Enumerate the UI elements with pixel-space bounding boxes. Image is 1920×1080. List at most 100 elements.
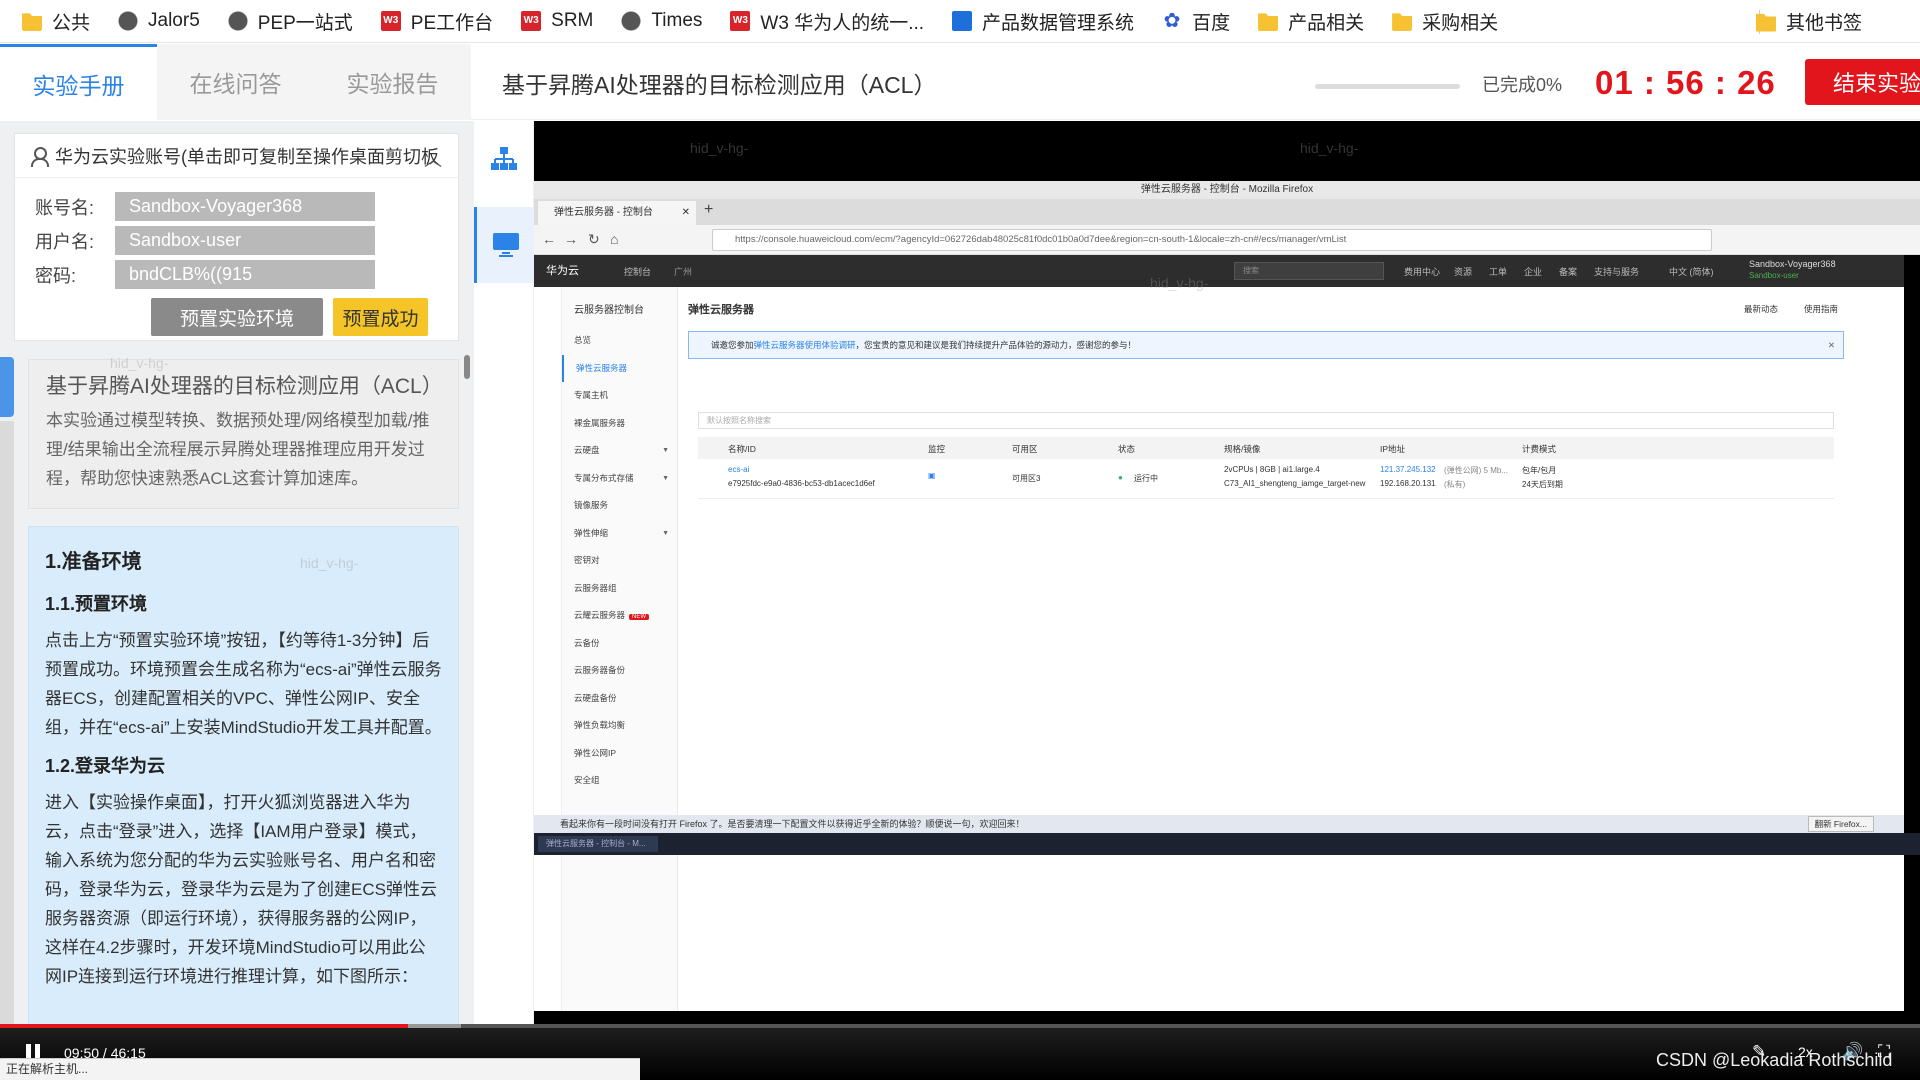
hw-menu-item[interactable]: 中文 (简体)	[1669, 265, 1714, 278]
hw-notice-link[interactable]: 弹性云服务器使用体验调研	[754, 340, 856, 350]
ecs-name-link[interactable]: ecs-ai	[728, 465, 749, 474]
hw-menu-item[interactable]: 费用中心	[1404, 265, 1440, 278]
ecs-private-ip-tag: (私有)	[1444, 480, 1466, 489]
hw-region[interactable]: 广州	[674, 265, 692, 278]
hw-nav-item[interactable]: 弹性伸缩 ▼	[562, 520, 677, 548]
ecs-zone: 可用区3	[1012, 474, 1041, 483]
new-tab-icon[interactable]: +	[704, 201, 713, 219]
tab-manual[interactable]: 实验手册	[0, 44, 157, 120]
back-icon[interactable]: ←	[542, 231, 556, 247]
hw-nav-item[interactable]: 弹性负载均衡	[562, 712, 677, 740]
hw-search-input[interactable]: 搜索	[1234, 262, 1384, 280]
hw-nav-item[interactable]: 镜像服务	[562, 492, 677, 520]
hw-user-sub: Sandbox-user	[1749, 271, 1799, 280]
folder-icon	[1392, 13, 1413, 31]
home-icon[interactable]: ⌂	[610, 231, 618, 247]
hw-guide-link[interactable]: 使用指南	[1804, 303, 1838, 315]
subsection-heading: 1.2.登录华为云	[45, 756, 166, 776]
hw-nav-item[interactable]: 安全组	[562, 767, 677, 795]
account-user-value[interactable]: Sandbox-user	[115, 226, 375, 255]
lab-header: 实验手册 在线问答 实验报告 基于昇腾AI处理器的目标检测应用（ACL） 已完成…	[0, 44, 1920, 120]
scrollbar-thumb[interactable]	[464, 355, 470, 379]
hw-nav-item[interactable]: 弹性公网IP	[562, 740, 677, 768]
hw-menu-item[interactable]: 工单	[1489, 265, 1507, 278]
bookmark-label: 产品数据管理系统	[982, 12, 1135, 34]
preset-environment-button[interactable]: 预置实验环境	[151, 298, 323, 336]
ecs-public-ip[interactable]: 121.37.245.132	[1380, 465, 1436, 474]
hw-nav-item[interactable]: 云耀云服务器 NEW	[562, 602, 677, 630]
url-bar[interactable]: https://console.huaweicloud.com/ecm/?age…	[712, 229, 1712, 251]
firefox-notification-text: 看起来你有一段时间没有打开 Firefox 了。是否要清理一下配置文件以获得近乎…	[560, 819, 1025, 829]
reload-icon[interactable]: ↻	[588, 231, 600, 248]
hw-filter-input[interactable]: 默认按照名称搜索	[698, 412, 1834, 429]
monitor-icon[interactable]: ▣	[928, 471, 936, 480]
close-icon[interactable]: ✕	[1828, 332, 1835, 358]
hw-console-link[interactable]: 控制台	[624, 265, 651, 278]
hw-logo[interactable]: 华为云	[546, 262, 579, 278]
desktop-button[interactable]	[474, 207, 534, 283]
bookmark-gonggong[interactable]: 公共	[22, 0, 90, 43]
hw-nav-item[interactable]: 云硬盘 ▼	[562, 437, 677, 465]
bookmark-pe-workbench[interactable]: W3 PE工作台	[380, 0, 494, 43]
hw-nav-item-active[interactable]: 弹性云服务器	[562, 354, 677, 382]
end-lab-button[interactable]: 结束实验	[1805, 59, 1920, 105]
bookmark-times[interactable]: Times	[621, 0, 702, 43]
globe-icon	[227, 11, 248, 31]
hw-menu-item[interactable]: 资源	[1454, 265, 1472, 278]
new-badge: NEW	[629, 614, 650, 620]
tab-report[interactable]: 实验报告	[314, 44, 471, 120]
hw-nav-item[interactable]: 云硬盘备份	[562, 685, 677, 713]
account-password-value[interactable]: bndCLB%((915	[115, 260, 375, 289]
topology-icon	[491, 147, 517, 170]
bookmark-label: 其他书签	[1785, 13, 1862, 34]
taskbar-item[interactable]: 弹性云服务器 - 控制台 - M...	[538, 836, 658, 852]
account-password-label: 密码:	[35, 265, 77, 286]
hw-nav-item[interactable]: 总览	[562, 327, 677, 355]
paragraph: 进入【实验操作桌面】，打开火狐浏览器进入华为云，点击“登录”进入，选择【IAM用…	[45, 793, 437, 986]
hw-user[interactable]: Sandbox-Voyager368	[1749, 259, 1836, 269]
bookmark-w3[interactable]: W3 W3 华为人的统一...	[730, 0, 924, 43]
monitor-icon	[492, 233, 519, 257]
hw-notice-banner: 诚邀您参加弹性云服务器使用体验调研，您宝贵的意见和建议是我们持续提升产品体验的源…	[688, 331, 1844, 359]
hw-nav-item[interactable]: 裸金属服务器	[562, 410, 677, 438]
hw-menu-item[interactable]: 企业	[1524, 265, 1542, 278]
account-header[interactable]: 华为云实验账号(单击即可复制至操作桌面剪切板 ︿	[15, 134, 458, 178]
account-header-text: 华为云实验账号(单击即可复制至操作桌面剪切板	[55, 146, 439, 167]
hw-nav-item[interactable]: 密钥对	[562, 547, 677, 575]
hw-latest-link[interactable]: 最新动态	[1744, 303, 1778, 315]
firefox-navbar: ← → ↻ ⌂ https://console.huaweicloud.com/…	[534, 225, 1920, 255]
close-icon[interactable]: ✕	[682, 201, 690, 225]
bookmark-pep[interactable]: PEP一站式	[227, 0, 353, 43]
bookmark-jalor5[interactable]: Jalor5	[118, 0, 200, 43]
firefox-tab[interactable]: 弹性云服务器 - 控制台 ✕	[538, 201, 696, 225]
table-row[interactable]: ecs-ai e7925fdc-e9a0-4836-bc53-db1acec1d…	[698, 459, 1834, 499]
column-header: IP地址	[1380, 444, 1406, 454]
globe-icon	[118, 11, 139, 31]
hw-nav-item[interactable]: 专属主机	[562, 382, 677, 410]
account-name-value[interactable]: Sandbox-Voyager368	[115, 192, 375, 221]
bookmark-baidu[interactable]: ✿ 百度	[1162, 0, 1230, 43]
remote-taskbar: 弹性云服务器 - 控制台 - M...	[534, 833, 1920, 855]
bookmark-purchase[interactable]: 采购相关	[1392, 0, 1498, 43]
hw-nav-item[interactable]: 专属分布式存储 ▼	[562, 465, 677, 493]
bookmark-label: PE工作台	[410, 12, 494, 34]
hw-menu-item[interactable]: 备案	[1559, 265, 1577, 278]
remote-desktop[interactable]: 弹性云服务器 - 控制台 - Mozilla Firefox 弹性云服务器 - …	[534, 121, 1920, 1041]
bookmark-product[interactable]: 产品相关	[1258, 0, 1364, 43]
hw-topbar: 华为云 控制台 广州 搜索 费用中心 资源 工单 企业 备案 支持与服务 中文 …	[534, 255, 1904, 287]
forward-icon[interactable]: →	[564, 231, 578, 247]
manual-content: 1.准备环境 1.1.预置环境 点击上方“预置实验环境”按钮，【约等待1-3分钟…	[28, 526, 459, 1041]
tab-qa[interactable]: 在线问答	[157, 44, 314, 120]
hw-nav-item[interactable]: 云备份	[562, 630, 677, 658]
hw-menu-item[interactable]: 支持与服务	[1594, 265, 1639, 278]
ecs-id: e7925fdc-e9a0-4836-bc53-db1acec1d6ef	[728, 479, 875, 488]
topology-button[interactable]	[474, 121, 534, 197]
bookmark-pdm[interactable]: 产品数据管理系统	[952, 0, 1134, 43]
chevron-up-icon[interactable]: ︿	[424, 146, 442, 172]
refresh-firefox-button[interactable]: 翻新 Firefox...	[1807, 816, 1874, 832]
bookmark-other[interactable]: 其他书签	[1755, 0, 1862, 43]
hw-nav-item[interactable]: 云服务器组	[562, 575, 677, 603]
bookmark-srm[interactable]: W3 SRM	[521, 0, 593, 43]
table-header: 名称/ID 监控 可用区 状态 规格/镜像 IP地址 计费模式	[698, 437, 1834, 459]
hw-nav-item[interactable]: 云服务器备份	[562, 657, 677, 685]
